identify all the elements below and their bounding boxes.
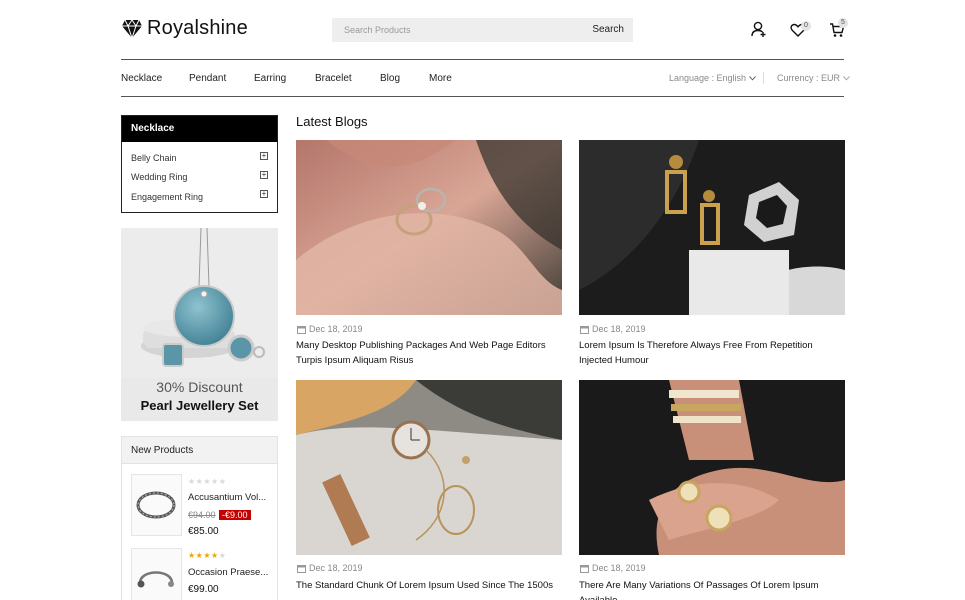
pendant-set-image	[121, 228, 278, 378]
watch-necklace-photo	[296, 380, 562, 555]
language-selector[interactable]: Language : English	[669, 73, 756, 83]
blog-image-3[interactable]	[296, 380, 562, 555]
promo-discount: 30% Discount	[156, 379, 243, 395]
logo-text: Royalshine	[147, 17, 248, 39]
currency-selector[interactable]: Currency : EUR	[777, 73, 850, 83]
blog-image-4[interactable]	[579, 380, 845, 555]
search-input[interactable]	[332, 18, 582, 42]
product-name[interactable]: Occasion Praese...	[188, 567, 276, 578]
category-item-belly-chain[interactable]: Belly Chain	[131, 153, 177, 163]
chevron-down-icon	[843, 75, 850, 81]
promo-title: Pearl Jewellery Set	[140, 398, 259, 413]
currency-label: Currency : EUR	[777, 73, 841, 83]
nav-divider-bottom	[121, 96, 844, 97]
blog-image-2[interactable]	[579, 140, 845, 315]
category-item-wedding-ring[interactable]: Wedding Ring	[131, 172, 187, 182]
nav-pendant[interactable]: Pendant	[189, 73, 226, 84]
new-products-panel: New Products ★★★★★ Accusantium Vol... €9…	[121, 436, 278, 600]
blog-title-2[interactable]: Lorem Ipsum Is Therefore Always Free Fro…	[579, 338, 845, 368]
latest-blogs-heading: Latest Blogs	[296, 114, 368, 129]
wishlist-button[interactable]: 0	[790, 20, 811, 38]
plus-icon[interactable]: +	[260, 152, 268, 160]
calendar-icon	[580, 325, 589, 334]
category-panel: Necklace Belly Chain + Wedding Ring + En…	[121, 115, 278, 213]
category-heading: Necklace	[122, 116, 277, 142]
nav-more[interactable]: More	[429, 73, 452, 84]
search-bar: Search	[332, 18, 633, 42]
plus-icon[interactable]: +	[260, 190, 268, 198]
chevron-down-icon	[749, 75, 756, 81]
blog-title-1[interactable]: Many Desktop Publishing Packages And Web…	[296, 338, 562, 368]
nav-necklace[interactable]: Necklace	[121, 73, 162, 84]
blog-date-2: Dec 18, 2019	[580, 324, 646, 334]
product-old-price: €94.00	[188, 510, 216, 520]
nav-earring[interactable]: Earring	[254, 73, 286, 84]
blog-image-1[interactable]	[296, 140, 562, 315]
blog-date-3: Dec 18, 2019	[297, 563, 363, 573]
blog-date-text: Dec 18, 2019	[592, 563, 646, 573]
calendar-icon	[297, 325, 306, 334]
hands-rings-photo	[579, 380, 845, 555]
search-button[interactable]: Search	[592, 18, 624, 42]
product-thumbnail[interactable]	[131, 548, 182, 600]
nav-bracelet[interactable]: Bracelet	[315, 73, 352, 84]
blog-date-4: Dec 18, 2019	[580, 563, 646, 573]
product-price: €99.00	[188, 584, 219, 595]
category-item-engagement-ring[interactable]: Engagement Ring	[131, 192, 203, 202]
nav-blog[interactable]: Blog	[380, 73, 400, 84]
blog-title-3[interactable]: The Standard Chunk Of Lorem Ipsum Used S…	[296, 578, 562, 593]
product-name[interactable]: Accusantium Vol...	[188, 492, 276, 503]
blog-date-text: Dec 18, 2019	[309, 563, 363, 573]
diamond-icon	[122, 18, 142, 39]
language-label: Language : English	[669, 73, 747, 83]
bracelet-image	[136, 491, 176, 519]
account-button[interactable]	[750, 20, 768, 38]
blog-title-4[interactable]: There Are Many Variations Of Passages Of…	[579, 578, 845, 600]
product-price: €85.00	[188, 526, 219, 537]
calendar-icon	[580, 564, 589, 573]
earrings-photo	[579, 140, 845, 315]
wishlist-count-badge: 0	[801, 21, 811, 31]
blog-date-1: Dec 18, 2019	[297, 324, 363, 334]
cuff-bracelet-image	[137, 571, 174, 588]
nav-right-divider	[763, 72, 764, 84]
nav-divider-top	[121, 59, 844, 60]
ring-in-hand-photo	[296, 140, 562, 315]
product-rating: ★★★★★	[188, 551, 227, 560]
user-icon	[751, 21, 766, 37]
logo[interactable]: Royalshine	[121, 17, 248, 40]
promo-banner[interactable]: 30% Discount Pearl Jewellery Set	[121, 228, 278, 421]
product-rating: ★★★★★	[188, 477, 227, 486]
cart-button[interactable]: 5	[829, 18, 848, 38]
blog-date-text: Dec 18, 2019	[592, 324, 646, 334]
new-products-heading: New Products	[122, 437, 277, 464]
blog-date-text: Dec 18, 2019	[309, 324, 363, 334]
plus-icon[interactable]: +	[260, 171, 268, 179]
product-thumbnail[interactable]	[131, 474, 182, 536]
calendar-icon	[297, 564, 306, 573]
product-discount-badge: -€9.00	[219, 510, 251, 520]
cart-count-badge: 5	[838, 18, 848, 28]
